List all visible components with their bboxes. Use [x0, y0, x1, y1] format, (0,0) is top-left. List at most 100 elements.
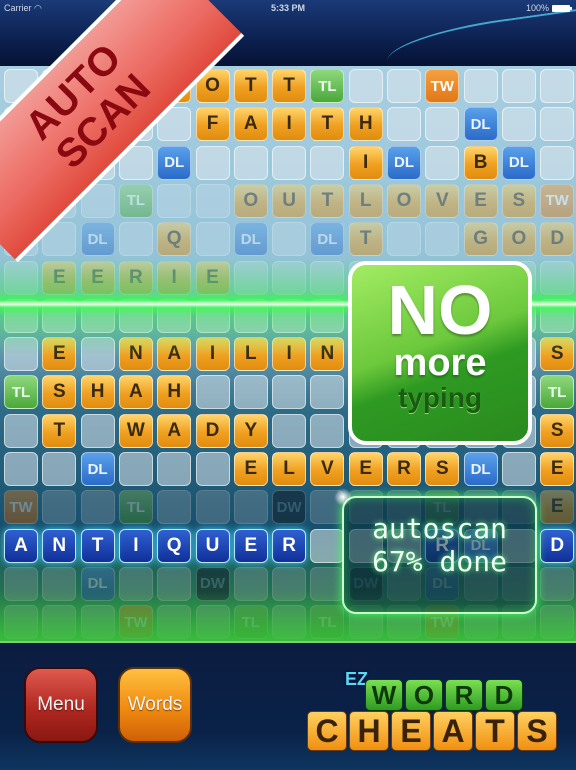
- menu-button[interactable]: Menu: [24, 667, 98, 743]
- board-cell-bonus-tl[interactable]: TL: [310, 69, 345, 103]
- board-cell-empty[interactable]: [463, 69, 498, 103]
- board-cell-bonus-tl[interactable]: TL: [118, 490, 153, 525]
- board-cell-empty[interactable]: [42, 490, 77, 525]
- board-tile-letter[interactable]: S: [42, 375, 77, 410]
- board-cell-empty[interactable]: [425, 145, 460, 180]
- board-cell-empty[interactable]: [310, 375, 345, 410]
- board-tile-letter[interactable]: S: [501, 183, 536, 218]
- board-tile-letter[interactable]: D: [195, 413, 230, 448]
- board-cell-empty[interactable]: [310, 413, 345, 448]
- board-tile-letter[interactable]: U: [195, 528, 230, 563]
- board-tile-letter[interactable]: I: [118, 528, 153, 563]
- board-cell-empty[interactable]: [425, 222, 460, 257]
- board-cell-empty[interactable]: [387, 69, 421, 103]
- board-tile-letter[interactable]: O: [387, 183, 421, 218]
- board-cell-empty[interactable]: [501, 452, 536, 486]
- board-tile-letter[interactable]: E: [540, 452, 575, 486]
- board-tile-letter[interactable]: S: [540, 413, 575, 448]
- board-tile-letter[interactable]: Y: [233, 413, 268, 448]
- board-tile-letter[interactable]: L: [348, 183, 383, 218]
- board-cell-empty[interactable]: [195, 183, 230, 218]
- board-cell-bonus-tl[interactable]: TL: [4, 375, 38, 410]
- board-tile-letter[interactable]: A: [4, 528, 38, 563]
- board-tile-letter[interactable]: Q: [157, 528, 192, 563]
- board-tile-letter[interactable]: A: [233, 107, 268, 142]
- board-cell-empty[interactable]: [540, 69, 575, 103]
- board-cell-empty[interactable]: [387, 222, 421, 257]
- board-cell-empty[interactable]: [80, 490, 115, 525]
- board-tile-letter[interactable]: O: [233, 183, 268, 218]
- board-tile-letter[interactable]: E: [233, 528, 268, 563]
- board-cell-empty[interactable]: [118, 452, 153, 486]
- board-cell-empty[interactable]: [157, 183, 192, 218]
- board-cell-empty[interactable]: [80, 413, 115, 448]
- board-cell-empty[interactable]: [272, 413, 307, 448]
- board-tile-letter[interactable]: E: [540, 490, 575, 525]
- board-tile-letter[interactable]: T: [42, 413, 77, 448]
- board-cell-bonus-dl[interactable]: DL: [463, 107, 498, 142]
- board-cell-bonus-tl[interactable]: TL: [540, 375, 575, 410]
- board-cell-empty[interactable]: [157, 452, 192, 486]
- board-tile-letter[interactable]: V: [310, 452, 345, 486]
- board-cell-empty[interactable]: [157, 490, 192, 525]
- board-tile-letter[interactable]: D: [540, 222, 575, 257]
- board-cell-empty[interactable]: [42, 452, 77, 486]
- board-cell-empty[interactable]: [195, 145, 230, 180]
- board-cell-empty[interactable]: [310, 145, 345, 180]
- board-cell-empty[interactable]: [118, 222, 153, 257]
- board-tile-letter[interactable]: I: [348, 145, 383, 180]
- board-tile-letter[interactable]: B: [463, 145, 498, 180]
- board-cell-bonus-tw[interactable]: TW: [4, 490, 38, 525]
- board-tile-letter[interactable]: I: [272, 107, 307, 142]
- board-tile-letter[interactable]: S: [425, 452, 460, 486]
- board-tile-letter[interactable]: D: [540, 528, 575, 563]
- board-tile-letter[interactable]: E: [463, 183, 498, 218]
- board-cell-empty[interactable]: [195, 490, 230, 525]
- board-tile-letter[interactable]: H: [348, 107, 383, 142]
- board-tile-letter[interactable]: W: [118, 413, 153, 448]
- board-tile-letter[interactable]: E: [348, 452, 383, 486]
- board-cell-empty[interactable]: [195, 452, 230, 486]
- board-cell-empty[interactable]: [4, 452, 38, 486]
- board-cell-bonus-dl[interactable]: DL: [387, 145, 421, 180]
- board-cell-bonus-dl[interactable]: DL: [463, 452, 498, 486]
- board-tile-letter[interactable]: F: [195, 107, 230, 142]
- board-cell-empty[interactable]: [387, 107, 421, 142]
- board-tile-letter[interactable]: N: [42, 528, 77, 563]
- board-tile-letter[interactable]: R: [272, 528, 307, 563]
- board-tile-letter[interactable]: A: [157, 413, 192, 448]
- board-cell-empty[interactable]: [310, 528, 345, 563]
- board-cell-empty[interactable]: [501, 107, 536, 142]
- board-cell-empty[interactable]: [4, 413, 38, 448]
- board-cell-bonus-dl[interactable]: DL: [80, 452, 115, 486]
- board-cell-empty[interactable]: [195, 222, 230, 257]
- board-cell-empty[interactable]: [272, 145, 307, 180]
- board-cell-empty[interactable]: [425, 107, 460, 142]
- board-cell-empty[interactable]: [233, 490, 268, 525]
- board-cell-bonus-dl[interactable]: DL: [233, 222, 268, 257]
- board-cell-bonus-dl[interactable]: DL: [80, 222, 115, 257]
- board-cell-bonus-tw[interactable]: TW: [540, 183, 575, 218]
- board-cell-bonus-dl[interactable]: DL: [501, 145, 536, 180]
- board-tile-letter[interactable]: T: [272, 69, 307, 103]
- board-cell-bonus-tw[interactable]: TW: [425, 69, 460, 103]
- board-cell-bonus-tl[interactable]: TL: [118, 183, 153, 218]
- board-tile-letter[interactable]: O: [501, 222, 536, 257]
- board-cell-empty[interactable]: [233, 375, 268, 410]
- board-tile-letter[interactable]: A: [118, 375, 153, 410]
- board-tile-letter[interactable]: H: [157, 375, 192, 410]
- board-cell-empty[interactable]: [540, 145, 575, 180]
- board-cell-empty[interactable]: [348, 69, 383, 103]
- board-cell-bonus-dl[interactable]: DL: [157, 145, 192, 180]
- board-tile-letter[interactable]: T: [348, 222, 383, 257]
- board-tile-letter[interactable]: U: [272, 183, 307, 218]
- board-tile-letter[interactable]: G: [463, 222, 498, 257]
- words-button[interactable]: Words: [118, 667, 192, 743]
- board-cell-empty[interactable]: [195, 375, 230, 410]
- board-tile-letter[interactable]: T: [233, 69, 268, 103]
- board-tile-letter[interactable]: Q: [157, 222, 192, 257]
- board-cell-empty[interactable]: [501, 69, 536, 103]
- board-cell-empty[interactable]: [272, 222, 307, 257]
- board-tile-letter[interactable]: R: [387, 452, 421, 486]
- board-tile-letter[interactable]: T: [310, 107, 345, 142]
